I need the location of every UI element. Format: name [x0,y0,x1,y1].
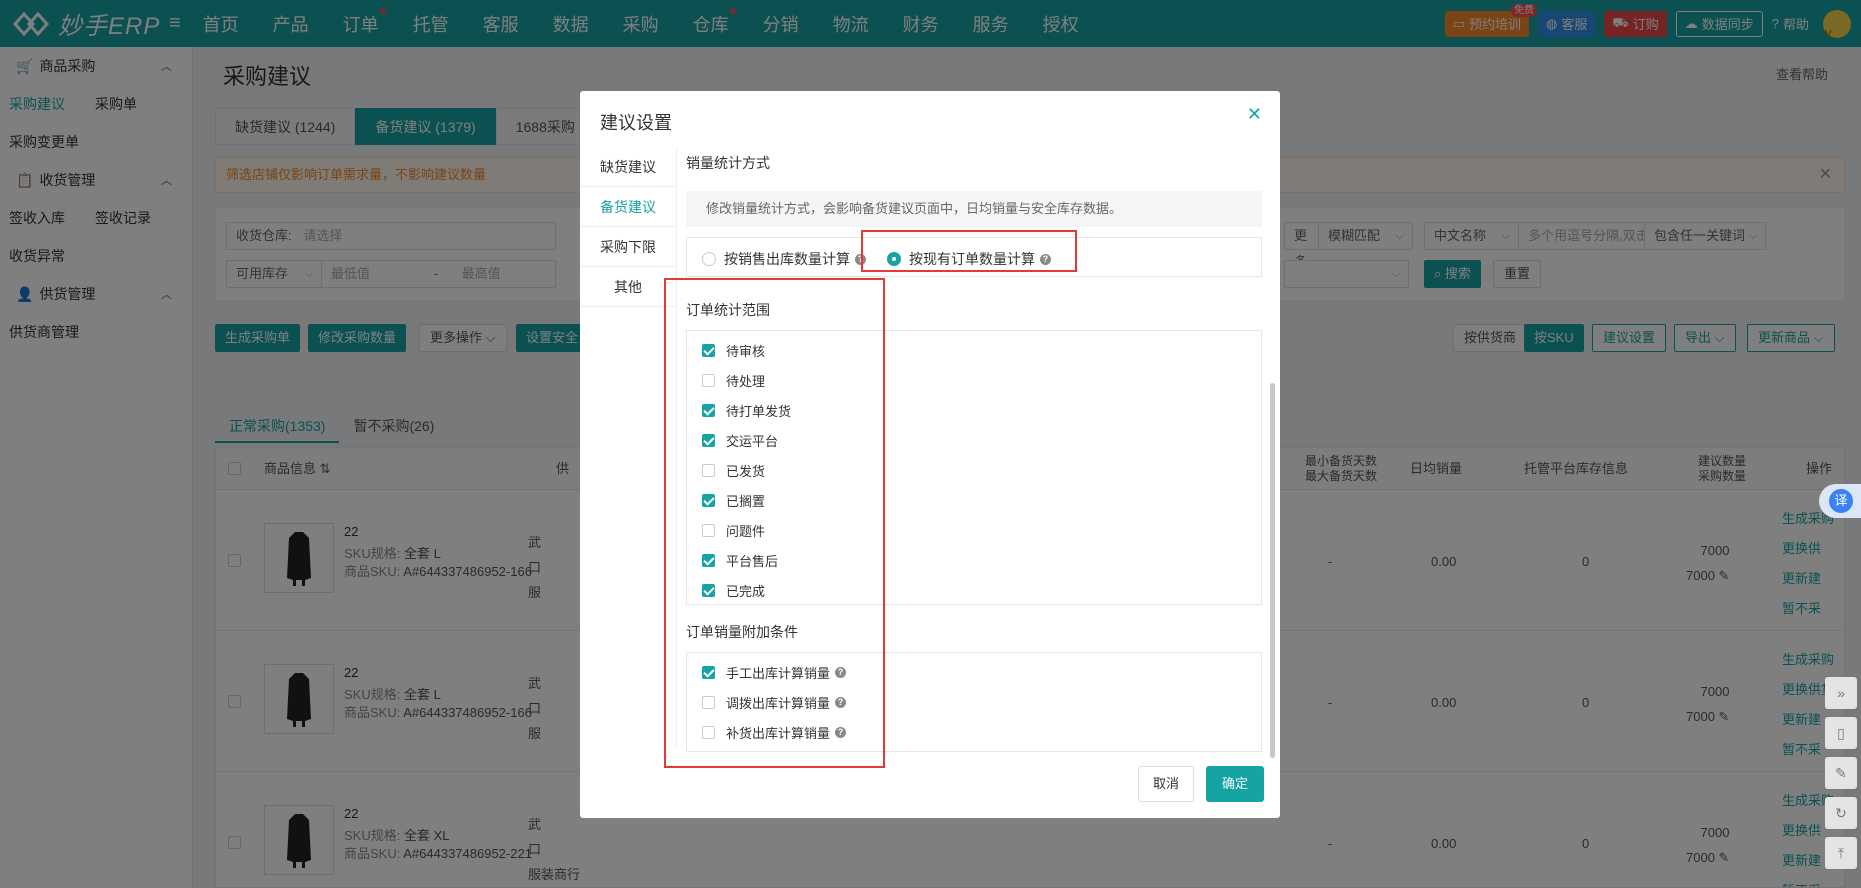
checkbox-manual-outbound[interactable]: 手工出库计算销量? [702,663,847,682]
confirm-button[interactable]: 确定 [1205,766,1264,802]
order-scope-checkbox-group: 待审核 待处理 待打单发货 交运平台 已发货 已搁置 问题件 平台售后 已完成 [686,330,1262,605]
checkbox-indicator [702,434,715,447]
radio-by-outbound[interactable]: 按销售出库数量计算 ? [702,249,866,269]
dialog-scrollbar[interactable] [1270,383,1275,758]
checkbox-after-sales[interactable]: 平台售后 [702,551,778,570]
checkbox-replenish-outbound[interactable]: 补货出库计算销量? [702,723,847,742]
help-icon[interactable]: ? [855,253,866,265]
dialog-content: 销量统计方式 修改销量统计方式，会影响备货建议页面中，日均销量与安全库存数据。 … [686,147,1262,752]
translate-icon: 译 [1829,489,1853,513]
checkbox-indicator [702,554,715,567]
dialog-tab-stock[interactable]: 备货建议 [580,187,676,227]
feedback-icon[interactable]: ✎ [1825,757,1857,789]
checkbox-indicator [702,494,715,507]
dialog-tab-shortage[interactable]: 缺货建议 [580,147,676,187]
translate-widget[interactable]: 译 [1819,484,1861,518]
order-scope-title: 订单统计范围 [686,302,770,318]
checkbox-pending-process[interactable]: 待处理 [702,371,765,390]
close-icon[interactable]: ✕ [1247,104,1262,125]
checkbox-completed[interactable]: 已完成 [702,581,765,600]
checkbox-handed-to-platform[interactable]: 交运平台 [702,431,778,450]
checkbox-pending-ship[interactable]: 待打单发货 [702,401,791,420]
radio-indicator [702,252,716,266]
extra-conditions-checkbox-group: 手工出库计算销量? 调拨出库计算销量? 补货出库计算销量? [686,652,1262,752]
checkbox-pending-review[interactable]: 待审核 [702,341,765,360]
checkbox-indicator [702,584,715,597]
checkbox-indicator [702,404,715,417]
radio-by-orders[interactable]: 按现有订单数量计算 ? [887,249,1051,269]
dialog-title: 建议设置 [600,113,672,133]
mobile-icon[interactable]: ▯ [1825,717,1857,749]
suggestion-settings-dialog: 建议设置 ✕ 缺货建议 备货建议 采购下限 其他 销量统计方式 修改销量统计方式… [580,91,1280,818]
checkbox-indicator [702,726,715,739]
dialog-tab-other[interactable]: 其他 [580,267,676,307]
checkbox-problem[interactable]: 问题件 [702,521,765,540]
checkbox-indicator [702,374,715,387]
back-to-top-icon[interactable]: ⤒ [1825,837,1857,869]
help-icon[interactable]: ? [1040,253,1051,265]
checkbox-indicator [702,464,715,477]
checkbox-indicator [702,524,715,537]
checkbox-on-hold[interactable]: 已搁置 [702,491,765,510]
collapse-icon[interactable]: » [1825,677,1857,709]
checkbox-indicator [702,344,715,357]
checkbox-transfer-outbound[interactable]: 调拨出库计算销量? [702,693,847,712]
radio-indicator [887,252,901,266]
checkbox-indicator [702,696,715,709]
floating-tools: » ▯ ✎ ↻ ⤒ [1825,677,1857,877]
help-icon[interactable]: ? [835,697,847,708]
dialog-tab-purchase-min[interactable]: 采购下限 [580,227,676,267]
help-icon[interactable]: ? [835,727,847,738]
extra-conditions-title: 订单销量附加条件 [686,624,798,640]
dialog-footer: 取消 确定 [1137,766,1264,802]
dialog-side-nav: 缺货建议 备货建议 采购下限 其他 [580,147,677,747]
sales-method-title: 销量统计方式 [686,155,770,171]
checkbox-shipped[interactable]: 已发货 [702,461,765,480]
cancel-button[interactable]: 取消 [1137,766,1194,802]
refresh-icon[interactable]: ↻ [1825,797,1857,829]
sales-method-radio-group: 按销售出库数量计算 ? 按现有订单数量计算 ? [686,237,1262,277]
sales-method-info: 修改销量统计方式，会影响备货建议页面中，日均销量与安全库存数据。 [686,191,1262,227]
checkbox-indicator [702,666,715,679]
help-icon[interactable]: ? [835,667,847,678]
